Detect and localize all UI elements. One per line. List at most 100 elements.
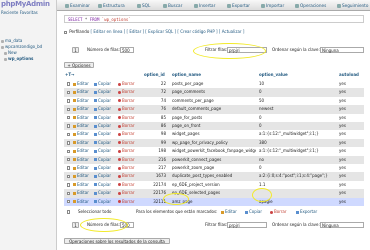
- autoload-cell[interactable]: yes: [339, 80, 359, 88]
- table-row[interactable]: Editar Copiar Borrar 86 page_on_front 0 yes: [64, 122, 364, 131]
- bulk-copy-button[interactable]: Copiar: [245, 208, 262, 216]
- option-value-cell[interactable]: [259, 189, 337, 197]
- row-edit-button[interactable]: Editar: [73, 189, 89, 197]
- autoload-cell[interactable]: yes: [339, 105, 359, 113]
- option-value-cell[interactable]: 10: [259, 80, 337, 88]
- option-name-cell[interactable]: ep_6DE_project_version: [172, 181, 256, 189]
- option-id-cell[interactable]: 99: [144, 139, 166, 147]
- option-id-cell[interactable]: 32111: [144, 198, 166, 206]
- row-delete-button[interactable]: Borrar: [118, 105, 135, 113]
- option-value-cell[interactable]: 380: [259, 139, 337, 147]
- row-delete-button[interactable]: Borrar: [118, 189, 135, 197]
- row-delete-button[interactable]: Borrar: [118, 130, 135, 138]
- column-header-option-value[interactable]: option_value: [259, 72, 288, 78]
- row-checkbox[interactable]: [67, 166, 71, 170]
- row-checkbox[interactable]: [67, 90, 71, 95]
- row-delete-button[interactable]: Borrar: [118, 156, 135, 164]
- option-name-cell[interactable]: comments_per_page: [172, 97, 256, 105]
- tab-sql[interactable]: SQL: [137, 0, 150, 11]
- table-row[interactable]: Editar Copiar Borrar 72 page_comments 0 yes: [64, 88, 364, 97]
- tab-estructura[interactable]: Estructura: [98, 0, 125, 11]
- option-value-cell[interactable]: newest: [259, 105, 337, 113]
- table-row[interactable]: Editar Copiar Borrar 217 powerkit_zoom_page 0…: [64, 164, 364, 172]
- option-name-cell[interactable]: default_comments_page: [172, 105, 256, 113]
- row-edit-button[interactable]: Editar: [73, 97, 89, 105]
- sidebar-item-wp-options[interactable]: wp_options: [4, 56, 60, 62]
- filter-rows-input[interactable]: prpjri: [227, 47, 267, 53]
- row-copy-button[interactable]: Copiar: [94, 198, 111, 206]
- row-copy-button[interactable]: Copiar: [94, 139, 111, 147]
- row-copy-button[interactable]: Copiar: [94, 105, 111, 113]
- autoload-cell[interactable]: yes: [339, 88, 359, 96]
- option-name-cell[interactable]: page_on_front: [172, 122, 256, 130]
- table-row[interactable]: Editar Copiar Borrar 98 widget_pages a:1:{s:1…: [64, 130, 364, 138]
- bulk-edit-button[interactable]: Editar: [221, 208, 237, 216]
- rows-per-page-select-bottom[interactable]: 500: [120, 222, 134, 228]
- option-value-cell[interactable]: 50: [259, 97, 337, 105]
- option-value-cell[interactable]: 1.1: [259, 181, 337, 189]
- row-copy-button[interactable]: Copiar: [94, 122, 111, 130]
- table-row[interactable]: Editar Copiar Borrar 1673 duplicate_post_typ…: [64, 172, 364, 181]
- option-name-cell[interactable]: ep_6DE_selected_pages: [172, 189, 256, 197]
- row-edit-button[interactable]: Editar: [73, 122, 89, 130]
- row-copy-button[interactable]: Copiar: [94, 189, 111, 197]
- row-checkbox[interactable]: [67, 149, 71, 153]
- row-edit-button[interactable]: Editar: [73, 164, 89, 172]
- row-delete-button[interactable]: Borrar: [118, 164, 135, 172]
- row-copy-button[interactable]: Copiar: [94, 130, 111, 138]
- option-name-cell[interactable]: widget_pages: [172, 130, 256, 138]
- row-checkbox[interactable]: [67, 99, 71, 103]
- autoload-cell[interactable]: yes: [339, 97, 359, 105]
- row-delete-button[interactable]: Borrar: [118, 122, 135, 130]
- row-delete-button[interactable]: Borrar: [118, 147, 135, 155]
- query-action-links[interactable]: [ Editar en línea ] [ Editar ] [ Explica…: [91, 29, 245, 34]
- option-value-cell[interactable]: 0: [259, 122, 337, 130]
- autoload-cell[interactable]: yes: [339, 147, 359, 155]
- option-id-cell[interactable]: 1673: [144, 172, 166, 180]
- option-value-cell[interactable]: 0: [259, 88, 337, 96]
- row-delete-button[interactable]: Borrar: [118, 80, 135, 88]
- option-value-cell[interactable]: a:1:{s:12:"_multiwidget";i:1;}: [259, 147, 337, 155]
- option-value-cell[interactable]: a:1:{s:12:"_multiwidget";i:1;}: [259, 130, 337, 138]
- option-id-cell[interactable]: 86: [144, 122, 166, 130]
- row-delete-button[interactable]: Borrar: [118, 139, 135, 147]
- table-row[interactable]: Editar Copiar Borrar 99 wp_page_for_privacy_…: [64, 138, 364, 148]
- column-header-option-name[interactable]: option_name: [172, 72, 201, 78]
- option-name-cell[interactable]: page_for_posts: [172, 114, 256, 122]
- row-edit-button[interactable]: Editar: [73, 147, 89, 155]
- table-row[interactable]: Editar Copiar Borrar 85 page_for_posts 0 yes: [64, 114, 364, 122]
- row-delete-button[interactable]: Borrar: [118, 88, 135, 96]
- row-edit-button[interactable]: Editar: [73, 130, 89, 138]
- table-row[interactable]: Editar Copiar Borrar 216 powerkit_connect_pa…: [64, 155, 364, 164]
- row-delete-button[interactable]: Borrar: [118, 97, 135, 105]
- row-delete-button[interactable]: Borrar: [118, 172, 135, 180]
- page-button-bottom[interactable]: 1: [72, 222, 79, 228]
- row-checkbox[interactable]: [67, 191, 71, 195]
- row-checkbox[interactable]: [67, 82, 71, 86]
- page-button[interactable]: 1: [72, 47, 79, 53]
- select-all-checkbox[interactable]: [67, 210, 71, 214]
- option-id-cell[interactable]: 98: [144, 130, 166, 138]
- row-checkbox[interactable]: [67, 115, 71, 120]
- table-row[interactable]: Editar Copiar Borrar 198 widget_powerkit_fac…: [64, 147, 364, 155]
- row-copy-button[interactable]: Copiar: [94, 164, 111, 172]
- option-value-cell[interactable]: apagie: [259, 198, 337, 206]
- rows-per-page-select[interactable]: 500: [120, 47, 134, 53]
- row-copy-button[interactable]: Copiar: [94, 147, 111, 155]
- option-name-cell[interactable]: wp_page_for_privacy_policy: [172, 139, 256, 147]
- options-button[interactable]: + Opciones: [64, 62, 94, 68]
- row-copy-button[interactable]: Copiar: [94, 114, 111, 122]
- autoload-cell[interactable]: yes: [339, 189, 359, 197]
- row-edit-button[interactable]: Editar: [73, 139, 89, 147]
- row-checkbox[interactable]: [67, 183, 71, 187]
- row-checkbox[interactable]: [67, 132, 71, 137]
- row-checkbox[interactable]: [67, 141, 71, 145]
- autoload-cell[interactable]: yes: [339, 130, 359, 138]
- autoload-cell[interactable]: yes: [339, 122, 359, 130]
- option-value-cell[interactable]: 0: [259, 114, 337, 122]
- table-row[interactable]: Editar Copiar Borrar 22 posts_per_page 10 yes: [64, 80, 364, 88]
- row-checkbox[interactable]: [67, 107, 71, 111]
- option-name-cell[interactable]: page_comments: [172, 88, 256, 96]
- autoload-cell[interactable]: yes: [339, 139, 359, 147]
- row-copy-button[interactable]: Copiar: [94, 97, 111, 105]
